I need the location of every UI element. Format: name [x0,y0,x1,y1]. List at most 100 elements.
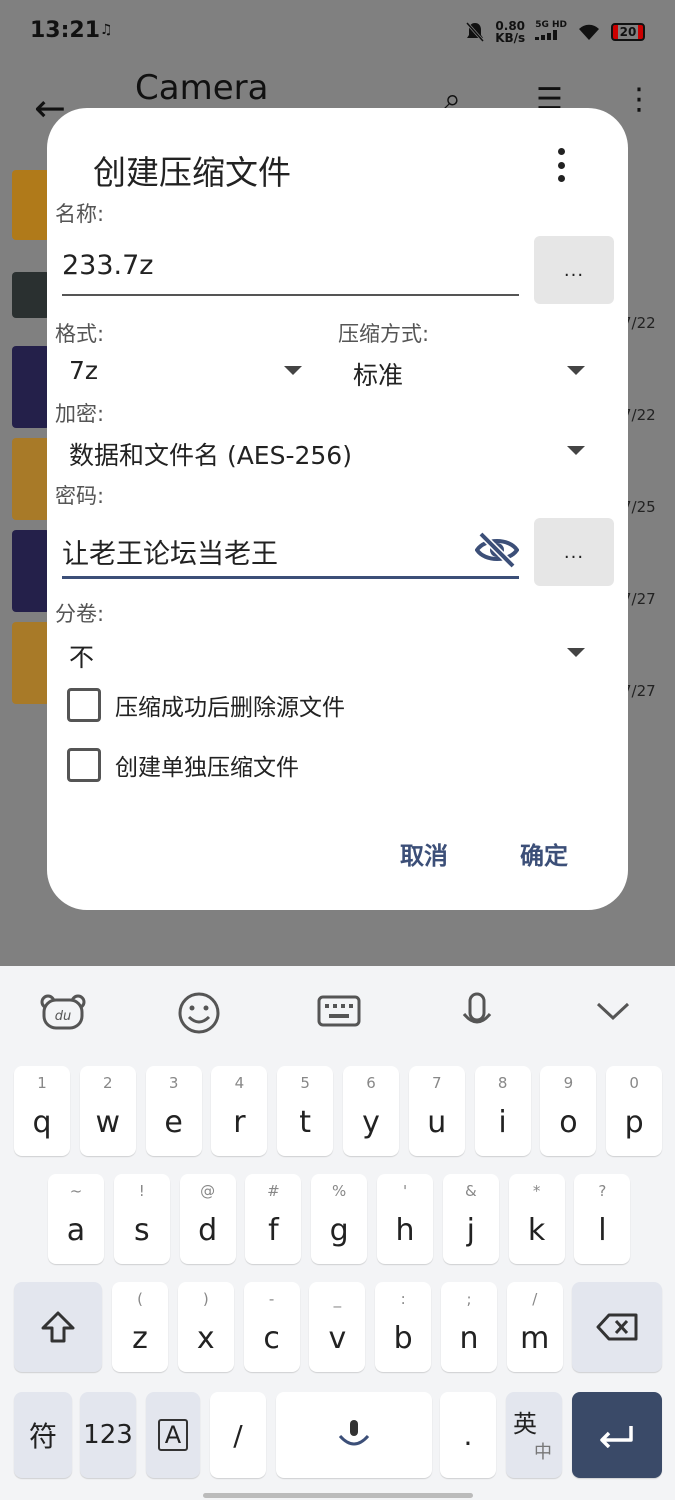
key-secondary-label: * [532,1182,541,1200]
backspace-key[interactable] [572,1282,662,1372]
name-label: 名称: [55,202,105,226]
cancel-button[interactable]: 取消 [400,836,448,871]
split-dropdown-icon[interactable] [567,648,585,657]
visibility-off-icon[interactable] [475,532,519,568]
key-a[interactable]: ~ a [48,1174,104,1264]
battery-icon: 20 [611,23,645,41]
slash-key[interactable]: / [210,1392,266,1478]
key-label: b [393,1321,413,1356]
more-vert-icon[interactable]: ⋮ [624,82,654,117]
key-y[interactable]: 6y [343,1066,399,1156]
key-label: a [66,1213,86,1248]
key-secondary-label: ' [402,1182,408,1200]
key-b[interactable]: :b [375,1282,432,1372]
key-secondary-label: - [268,1290,275,1308]
encryption-select[interactable]: 数据和文件名 (AES-256) [69,436,352,472]
separate-archive-option[interactable]: 创建单独压缩文件 [67,748,299,782]
password-options-button[interactable]: ... [534,518,614,586]
period-key[interactable]: . [440,1392,496,1478]
key-c[interactable]: -c [243,1282,300,1372]
key-f[interactable]: # f [245,1174,302,1264]
format-dropdown-icon[interactable] [284,366,302,375]
key-secondary-label: 9 [563,1074,574,1092]
key-secondary-label: / [532,1290,538,1308]
separate-archive-checkbox[interactable] [67,748,101,782]
key-k[interactable]: * k [508,1174,565,1264]
key-z[interactable]: (z [112,1282,168,1372]
key-label: t [299,1105,312,1140]
key-secondary-label: 4 [234,1074,245,1092]
keyboard-icon[interactable] [314,994,364,1030]
archive-icon [12,438,50,520]
symbol-key[interactable]: 符 [14,1392,72,1478]
status-bar: 13:21 ♫ 0.80 KB/s 5G HD 20 [0,0,675,64]
file-icon [12,346,50,428]
key-t[interactable]: 5t [277,1066,334,1156]
key-secondary-label: 3 [168,1074,179,1092]
space-key[interactable] [276,1392,432,1478]
input-mode-key[interactable]: A [146,1392,200,1478]
key-label: h [395,1213,415,1248]
method-select[interactable]: 标准 [353,356,403,392]
key-x[interactable]: ) x [177,1282,234,1372]
password-input[interactable]: 让老王论坛当老王 [62,532,278,571]
name-input[interactable]: 233.7z [62,250,517,281]
lang-zh: 中 [534,1442,552,1463]
file-icon [12,530,50,612]
split-select[interactable]: 不 [69,638,94,674]
key-d[interactable]: @ d [179,1174,236,1264]
method-dropdown-icon[interactable] [567,366,585,375]
key-h[interactable]: ' h [377,1174,433,1264]
delete-source-checkbox[interactable] [67,688,101,722]
format-label: 格式: [55,322,105,346]
enter-icon [600,1426,633,1448]
shift-key[interactable] [14,1282,102,1372]
microphone-icon[interactable] [452,990,502,1036]
smiley-icon[interactable] [174,990,224,1036]
key-label: l [598,1213,607,1248]
a-box-icon: A [157,1419,189,1451]
key-g[interactable]: % g [311,1174,368,1264]
more-vert-icon[interactable] [555,148,567,182]
backspace-icon [596,1313,638,1341]
language-switch-key[interactable]: 英 中 [506,1392,562,1478]
key-r[interactable]: 4r [211,1066,268,1156]
name-browse-button[interactable]: ... [534,236,614,304]
key-label: n [459,1321,479,1356]
key-label: g [329,1213,349,1248]
key-u[interactable]: 7u [408,1066,465,1156]
net-speed: 0.80 KB/s [495,19,526,45]
key-s[interactable]: ! s [113,1174,170,1264]
name-input-underline [62,294,519,296]
key-o[interactable]: 9o [540,1066,597,1156]
key-l[interactable]: ? l [574,1174,631,1264]
delete-source-option[interactable]: 压缩成功后删除源文件 [67,688,345,722]
key-p[interactable]: 0p [606,1066,663,1156]
key-n[interactable]: ; n [441,1282,497,1372]
key-v[interactable]: _ v [309,1282,366,1372]
format-select[interactable]: 7z [69,356,98,385]
key-secondary-label: & [464,1182,477,1200]
key-i[interactable]: 8i [474,1066,531,1156]
key-secondary-label: ( [137,1290,143,1308]
key-label: i [498,1105,507,1140]
number-key[interactable]: 123 [80,1392,136,1478]
encryption-dropdown-icon[interactable] [567,446,585,455]
key-secondary-label: @ [200,1182,216,1200]
bear-emoji-icon[interactable]: du [38,992,88,1032]
key-secondary-label: ~ [69,1182,83,1200]
key-label: q [32,1105,52,1140]
ok-button[interactable]: 确定 [520,836,568,871]
key-e[interactable]: 3e [145,1066,202,1156]
key-secondary-label: 1 [37,1074,47,1092]
chevron-down-icon[interactable] [588,996,638,1026]
key-j[interactable]: & j [442,1174,499,1264]
enter-key[interactable] [572,1392,662,1478]
key-label: w [95,1105,121,1140]
key-q[interactable]: 1q [14,1066,70,1156]
key-m[interactable]: / m [506,1282,563,1372]
notification-icon: ♫ [100,22,113,38]
key-label: m [520,1321,550,1356]
key-label: o [559,1105,578,1140]
key-w[interactable]: 2w [79,1066,136,1156]
